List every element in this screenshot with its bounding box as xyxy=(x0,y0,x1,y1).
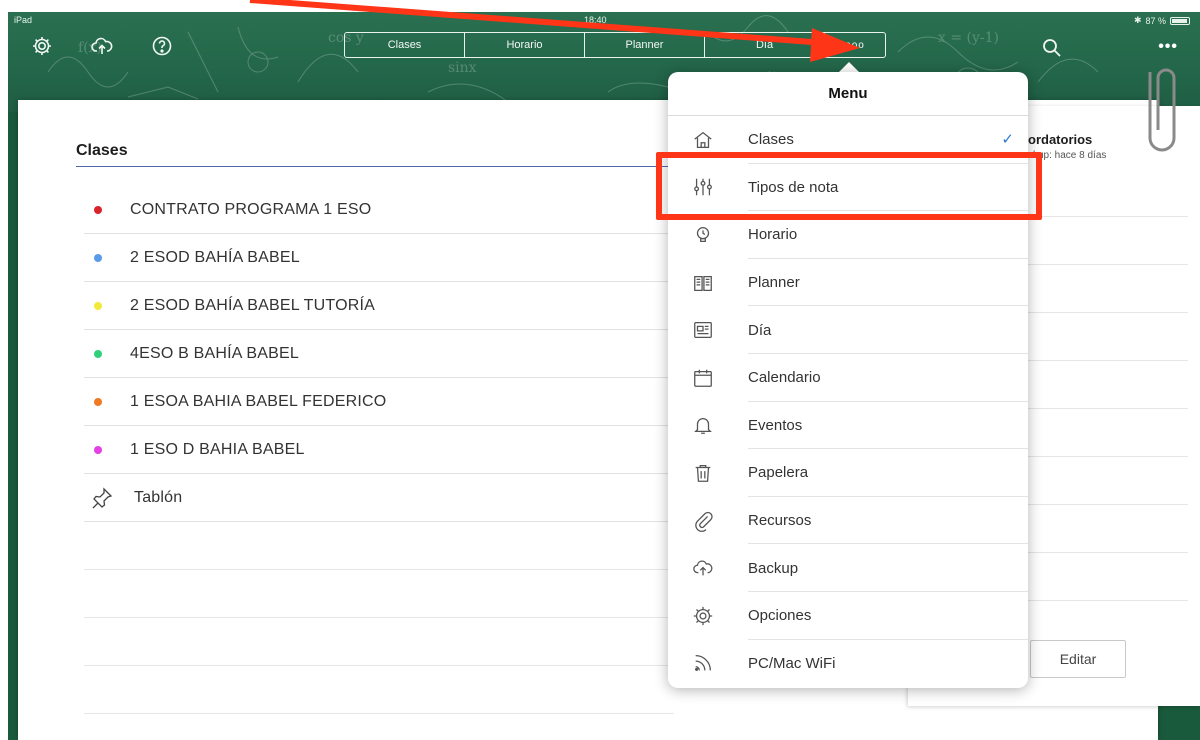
trash-icon xyxy=(692,462,714,484)
device-name: iPad xyxy=(14,15,33,25)
reminders-title: ordatorios xyxy=(1028,132,1093,147)
highlight-box xyxy=(656,152,1042,220)
day-icon xyxy=(692,319,714,341)
gear-icon xyxy=(692,605,714,627)
menu-item-backup[interactable]: Backup xyxy=(668,544,1028,592)
menu-item-papelera[interactable]: Papelera xyxy=(668,449,1028,497)
ruled-line xyxy=(84,570,674,618)
svg-text:sinx: sinx xyxy=(448,60,477,76)
checkmark-icon: ✓ xyxy=(1001,131,1014,148)
class-label: CONTRATO PROGRAMA 1 ESO xyxy=(130,200,372,218)
segment-horario[interactable]: Horario xyxy=(465,33,585,57)
bluetooth-icon: ✱ xyxy=(1133,15,1142,25)
menu-item-calendario[interactable]: Calendario xyxy=(668,354,1028,402)
menu-item-eventos[interactable]: Eventos xyxy=(668,402,1028,450)
calendar-icon xyxy=(692,367,714,389)
class-row[interactable]: 4ESO B BAHÍA BABEL xyxy=(84,330,674,378)
ruled-line xyxy=(1028,408,1188,409)
battery-icon xyxy=(1170,16,1190,25)
lightbulb-icon xyxy=(692,224,714,246)
class-row[interactable]: 2 ESOD BAHÍA BABEL xyxy=(84,234,674,282)
ruled-line xyxy=(1028,216,1188,217)
segment-planner[interactable]: Planner xyxy=(585,33,705,57)
edit-button[interactable]: Editar xyxy=(1030,640,1126,678)
menu-item-label: Planner xyxy=(748,274,800,292)
class-label: 2 ESOD BAHÍA BABEL TUTORÍA xyxy=(130,296,375,314)
menu-item-planner[interactable]: Planner xyxy=(668,259,1028,307)
class-color-dot xyxy=(94,205,102,214)
paperclip-icon xyxy=(692,510,714,532)
pushpin-icon xyxy=(90,486,114,510)
page-title: Clases xyxy=(76,142,128,159)
ruled-line xyxy=(1028,456,1188,457)
search-icon[interactable] xyxy=(1040,36,1064,60)
ruled-line xyxy=(1028,360,1188,361)
help-icon[interactable] xyxy=(150,34,174,58)
book-icon xyxy=(692,272,714,294)
menu-title: Menu xyxy=(668,72,1028,116)
paperclip-decoration-icon xyxy=(1148,68,1176,152)
menu-item-label: Eventos xyxy=(748,416,803,434)
class-label: 1 ESOA BAHIA BABEL FEDERICO xyxy=(130,392,387,410)
view-segmented-control: Clases Horario Planner Día ooo xyxy=(344,32,886,58)
class-label: 4ESO B BAHÍA BABEL xyxy=(130,344,300,362)
class-row[interactable]: 1 ESO D BAHIA BABEL xyxy=(84,426,674,474)
menu-item-label: Horario xyxy=(748,226,798,244)
class-color-dot xyxy=(94,397,102,406)
segment-more[interactable]: ooo xyxy=(825,33,885,57)
ruled-line xyxy=(1028,312,1188,313)
class-color-dot xyxy=(94,253,102,262)
menu-item-dia[interactable]: Día xyxy=(668,306,1028,354)
menu-item-label: Opciones xyxy=(748,607,812,625)
class-color-dot xyxy=(94,301,102,310)
gear-icon[interactable] xyxy=(30,34,54,58)
segment-dia[interactable]: Día xyxy=(705,33,825,57)
clock: 18:40 xyxy=(584,15,607,25)
ruled-line xyxy=(1028,504,1188,505)
cloud-upload-icon[interactable] xyxy=(90,34,114,58)
class-row[interactable]: CONTRATO PROGRAMA 1 ESO xyxy=(84,186,674,234)
cloud-upload-icon xyxy=(692,557,714,579)
battery-status: ✱ 87 % xyxy=(1134,15,1190,26)
menu-item-label: Papelera xyxy=(748,464,809,482)
menu-item-label: Calendario xyxy=(748,369,821,387)
ruled-line xyxy=(84,618,674,666)
board-row[interactable]: Tablón xyxy=(84,474,674,522)
ruled-line xyxy=(1028,552,1188,553)
ruled-line xyxy=(1028,600,1188,601)
ruled-line xyxy=(84,522,674,570)
more-options-button[interactable]: ••• xyxy=(1158,38,1178,56)
class-color-dot xyxy=(94,349,102,358)
home-icon xyxy=(692,129,714,151)
ruled-line xyxy=(84,666,674,714)
class-list: CONTRATO PROGRAMA 1 ESO 2 ESOD BAHÍA BAB… xyxy=(84,186,674,714)
class-label: 1 ESO D BAHIA BABEL xyxy=(130,440,305,458)
menu-item-label: Backup xyxy=(748,559,799,577)
svg-text:x = (y-1): x = (y-1) xyxy=(938,30,999,46)
title-underline xyxy=(76,166,676,167)
menu-item-label: Recursos xyxy=(748,512,812,530)
menu-item-label: Clases xyxy=(748,131,794,149)
battery-percent: 87 % xyxy=(1145,15,1166,26)
menu-item-opciones[interactable]: Opciones xyxy=(668,592,1028,640)
wifi-icon xyxy=(692,652,714,674)
menu-item-label: PC/Mac WiFi xyxy=(748,654,836,672)
bell-icon xyxy=(692,414,714,436)
ruled-line xyxy=(1028,264,1188,265)
menu-item-label: Día xyxy=(748,321,772,339)
class-row[interactable]: 2 ESOD BAHÍA BABEL TUTORÍA xyxy=(84,282,674,330)
menu-item-recursos[interactable]: Recursos xyxy=(668,497,1028,545)
class-color-dot xyxy=(94,445,102,454)
menu-item-pc-mac-wifi[interactable]: PC/Mac WiFi xyxy=(668,640,1028,688)
segment-clases[interactable]: Clases xyxy=(345,33,465,57)
class-label: 2 ESOD BAHÍA BABEL xyxy=(130,248,300,266)
board-label: Tablón xyxy=(134,488,183,506)
class-row[interactable]: 1 ESOA BAHIA BABEL FEDERICO xyxy=(84,378,674,426)
